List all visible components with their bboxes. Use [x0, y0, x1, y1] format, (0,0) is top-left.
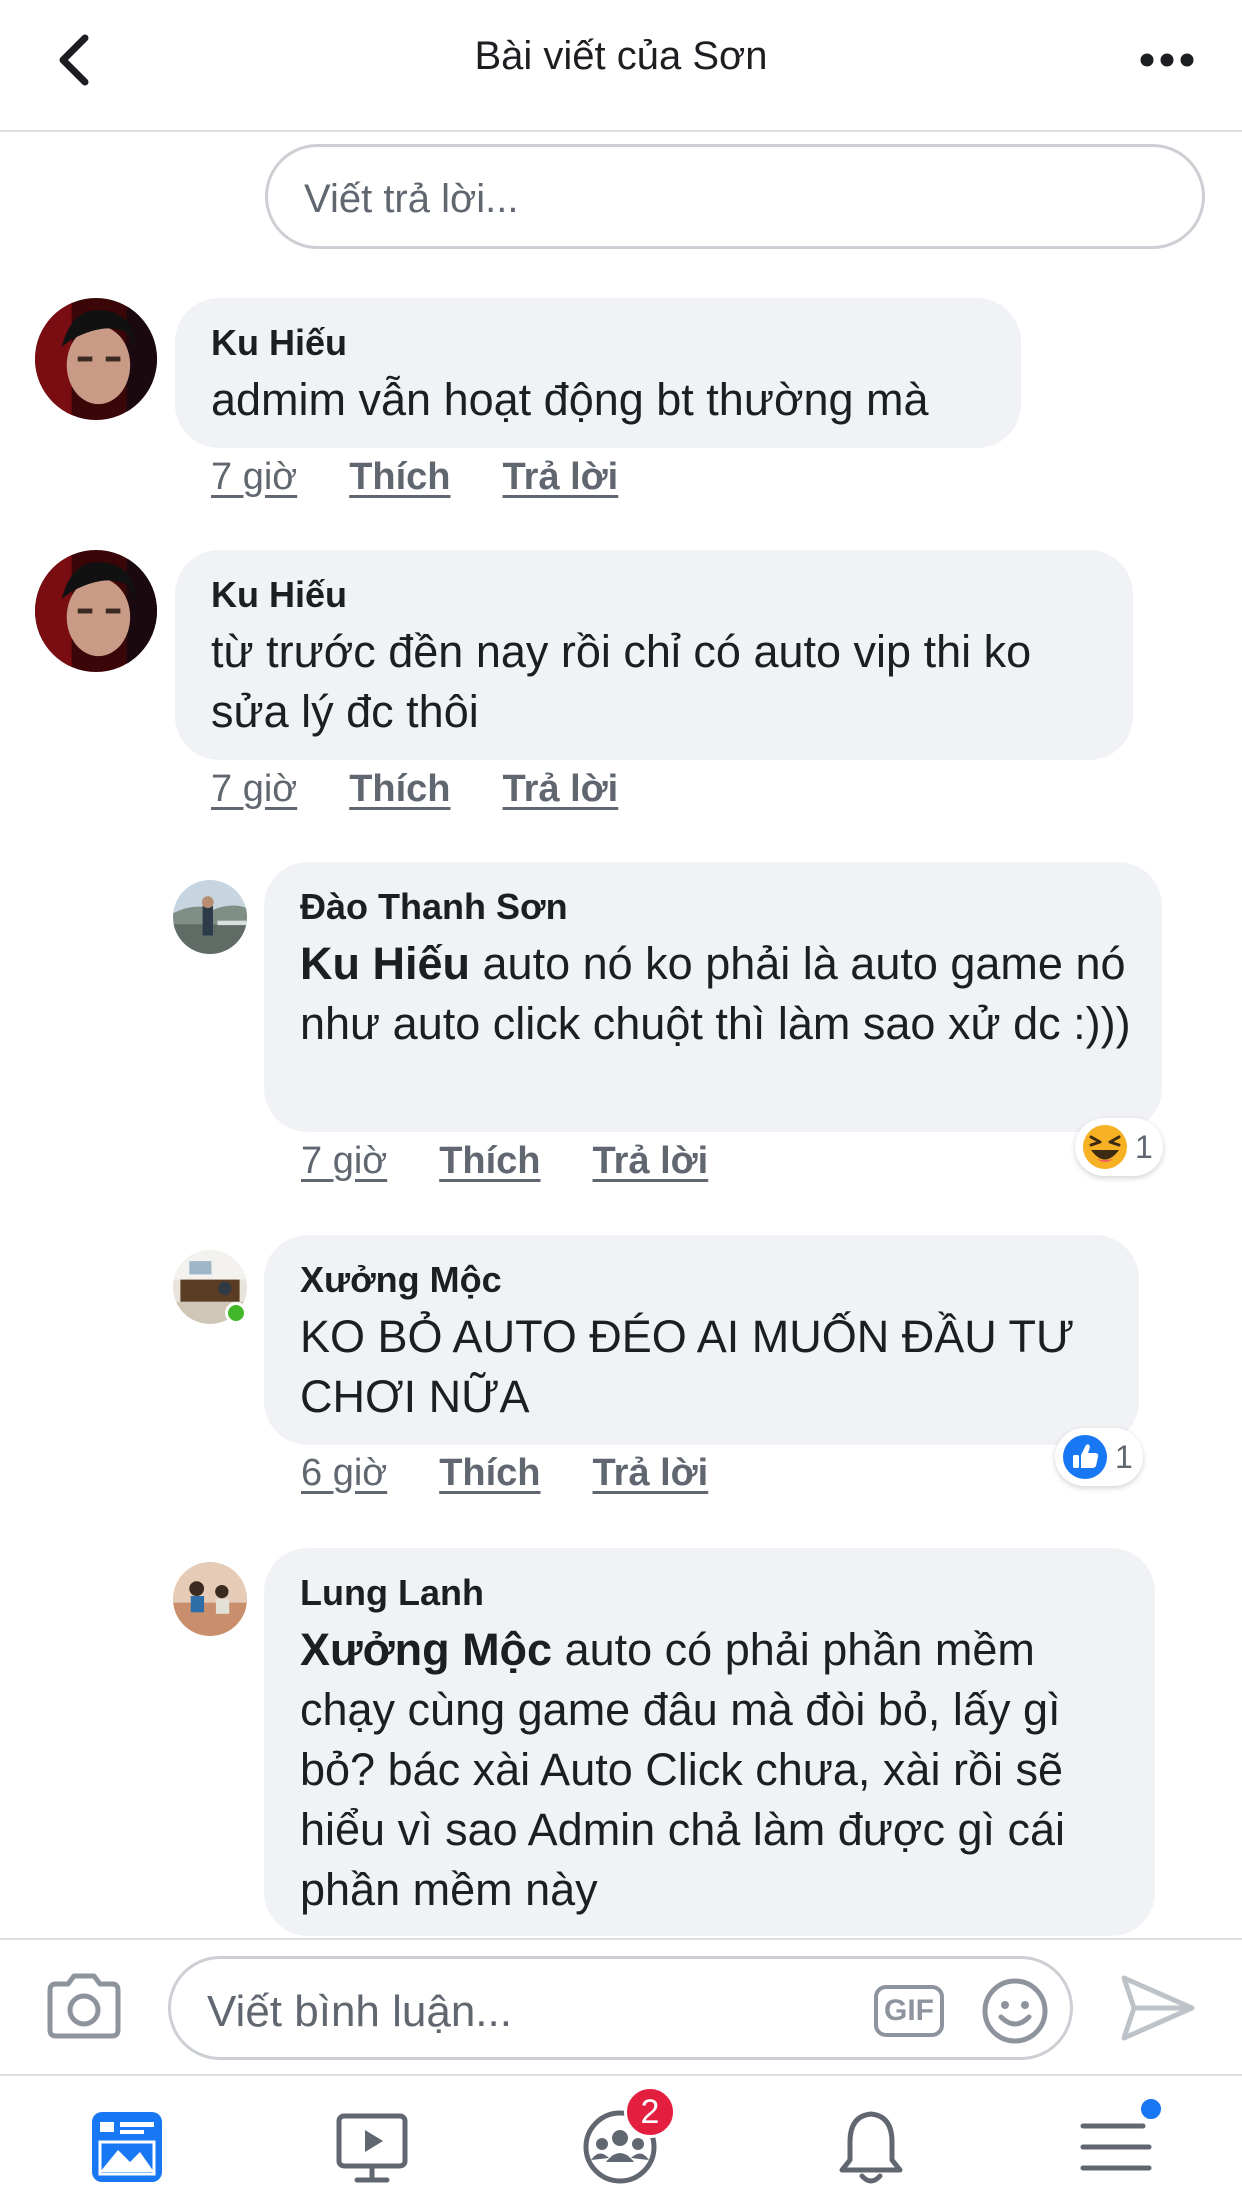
- more-dots-icon: [1140, 53, 1194, 67]
- bell-icon: [839, 2111, 903, 2184]
- reply-input[interactable]: Viết trả lời...: [265, 144, 1205, 249]
- comment-composer: Viết bình luận... GIF: [0, 1938, 1242, 2074]
- comment-text: Ku Hiếu auto nó ko phải là auto game nó …: [300, 934, 1132, 1054]
- page-title: Bài viết của Sơn: [474, 34, 768, 78]
- groups-notification-badge: 2: [624, 2086, 676, 2138]
- comment-input[interactable]: Viết bình luận... GIF: [168, 1956, 1073, 2060]
- reaction-badge[interactable]: 1: [1055, 1428, 1143, 1486]
- comment-time[interactable]: 7 giờ: [211, 768, 297, 811]
- emoji-button[interactable]: [981, 1977, 1049, 2045]
- comment-time[interactable]: 6 giờ: [301, 1452, 387, 1495]
- reaction-count: 1: [1135, 1128, 1153, 1165]
- video-play-icon: [336, 2113, 408, 2183]
- top-bar: Bài viết của Sơn: [0, 0, 1242, 132]
- comment-bubble: Xưởng Mộc KO BỎ AUTO ĐÉO AI MUỐN ĐẦU TƯ …: [264, 1235, 1139, 1445]
- comment-text: từ trước đền nay rồi chỉ có auto vip thi…: [211, 626, 1032, 737]
- smiley-icon: [982, 1978, 1048, 2044]
- comment-actions: 7 giờ Thích Trả lời: [211, 456, 618, 499]
- profile-photo-icon: [35, 298, 157, 420]
- comment-text: Xưởng Mộc auto có phải phần mềm chạy cùn…: [300, 1620, 1125, 1920]
- comment-bubble: Lung Lanh Xưởng Mộc auto có phải phần mề…: [264, 1548, 1155, 1936]
- tab-watch[interactable]: [327, 2102, 417, 2192]
- comment-author[interactable]: Lung Lanh: [300, 1572, 1125, 1614]
- comment-author[interactable]: Ku Hiếu: [211, 574, 1093, 616]
- comment-placeholder: Viết bình luận...: [207, 1987, 512, 2036]
- camera-icon: [47, 1973, 121, 2039]
- haha-emoji-icon: [1083, 1125, 1127, 1169]
- comment-time[interactable]: 7 giờ: [211, 456, 297, 499]
- comment-author[interactable]: Ku Hiếu: [211, 322, 985, 364]
- comment-actions: 6 giờ Thích Trả lời: [301, 1452, 708, 1495]
- reply-placeholder: Viết trả lời...: [304, 177, 519, 221]
- comment-bubble: Ku Hiếu admim vẫn hoạt động bt thường mà: [175, 298, 1021, 448]
- news-feed-icon: [92, 2112, 162, 2182]
- tab-notifications[interactable]: [826, 2102, 916, 2192]
- reply-link[interactable]: Trả lời: [593, 1452, 709, 1495]
- tab-news-feed[interactable]: [82, 2102, 172, 2192]
- bottom-tab-bar: 2: [0, 2074, 1242, 2208]
- send-button[interactable]: [1118, 1970, 1198, 2046]
- avatar-lung-lanh[interactable]: [173, 1562, 247, 1636]
- more-options-button[interactable]: [1132, 34, 1202, 86]
- comment-text: KO BỎ AUTO ĐÉO AI MUỐN ĐẦU TƯ CHƠI NỮA: [300, 1311, 1075, 1422]
- menu-update-indicator: [1138, 2096, 1164, 2122]
- avatar-ku-hieu[interactable]: [35, 550, 157, 672]
- like-link[interactable]: Thích: [439, 1452, 540, 1495]
- profile-photo-icon: [173, 1562, 247, 1636]
- reaction-badge[interactable]: 1: [1075, 1118, 1163, 1176]
- like-link[interactable]: Thích: [349, 456, 450, 499]
- comment-author[interactable]: Xưởng Mộc: [300, 1259, 1103, 1301]
- comment-author[interactable]: Đào Thanh Sơn: [300, 886, 1132, 928]
- send-arrow-icon: [1121, 1975, 1195, 2041]
- online-status-indicator: [225, 1302, 247, 1324]
- comment-text: admim vẫn hoạt động bt thường mà: [211, 374, 929, 425]
- avatar-dao-thanh-son[interactable]: [173, 880, 247, 954]
- comment-bubble: Ku Hiếu từ trước đền nay rồi chỉ có auto…: [175, 550, 1133, 760]
- comment-time[interactable]: 7 giờ: [301, 1140, 387, 1183]
- reply-link[interactable]: Trả lời: [503, 456, 619, 499]
- reply-link[interactable]: Trả lời: [593, 1140, 709, 1183]
- comment-actions: 7 giờ Thích Trả lời: [211, 768, 618, 811]
- mention-link[interactable]: Ku Hiếu: [300, 938, 470, 989]
- like-link[interactable]: Thích: [439, 1140, 540, 1183]
- comment-actions: 7 giờ Thích Trả lời: [301, 1140, 708, 1183]
- mention-link[interactable]: Xưởng Mộc: [300, 1624, 552, 1675]
- like-link[interactable]: Thích: [349, 768, 450, 811]
- avatar-ku-hieu[interactable]: [35, 298, 157, 420]
- profile-photo-icon: [35, 550, 157, 672]
- gif-button[interactable]: GIF: [874, 1985, 944, 2037]
- reaction-count: 1: [1115, 1438, 1133, 1475]
- like-thumb-icon: [1063, 1435, 1107, 1479]
- profile-photo-icon: [173, 880, 247, 954]
- reply-link[interactable]: Trả lời: [503, 768, 619, 811]
- comment-bubble: Đào Thanh Sơn Ku Hiếu auto nó ko phải là…: [264, 862, 1162, 1132]
- camera-button[interactable]: [44, 1970, 124, 2042]
